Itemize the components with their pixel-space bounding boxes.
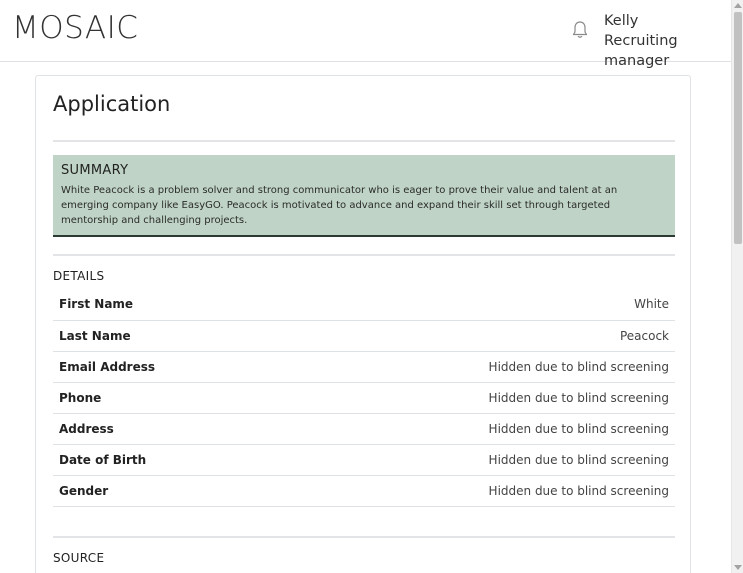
row-label: Phone: [53, 382, 277, 414]
scroll-down-arrow-icon[interactable]: [734, 565, 742, 570]
top-navbar: MOSAIC Kelly Recruiting manager: [0, 0, 731, 69]
user-name: Kelly: [604, 13, 639, 29]
table-row: Date of Birth Hidden due to blind screen…: [53, 444, 675, 476]
row-label: Address: [53, 413, 277, 445]
row-value: Hidden due to blind screening: [276, 413, 675, 445]
table-row: Gender Hidden due to blind screening: [53, 475, 675, 507]
app-viewport: MOSAIC Kelly Recruiting manager Applicat…: [0, 0, 743, 573]
details-heading: DETAILS: [53, 269, 105, 283]
brand-logo[interactable]: MOSAIC: [12, 10, 138, 46]
summary-text: White Peacock is a problem solver and st…: [61, 185, 618, 226]
row-label: First Name: [53, 289, 277, 321]
user-menu[interactable]: Kelly Recruiting manager: [604, 11, 731, 71]
table-row: First Name White: [53, 289, 675, 321]
summary-heading: SUMMARY: [61, 163, 129, 178]
page-title: Application: [53, 92, 171, 116]
scrollbar-thumb[interactable]: [734, 12, 742, 244]
row-value: White: [276, 289, 675, 321]
row-label: Date of Birth: [53, 444, 277, 476]
row-label: Last Name: [53, 320, 277, 352]
table-row: Last Name Peacock: [53, 320, 675, 352]
table-row: Email Address Hidden due to blind screen…: [53, 351, 675, 383]
summary-panel: SUMMARY White Peacock is a problem solve…: [53, 155, 675, 237]
table-row: Address Hidden due to blind screening: [53, 413, 675, 445]
row-label: Gender: [53, 475, 277, 507]
divider: [53, 536, 675, 538]
scroll-up-arrow-icon[interactable]: [734, 3, 742, 8]
row-value: Hidden due to blind screening: [276, 444, 675, 476]
row-value: Hidden due to blind screening: [276, 351, 675, 383]
row-value: Hidden due to blind screening: [276, 382, 675, 414]
divider: [53, 254, 675, 256]
table-row: Phone Hidden due to blind screening: [53, 382, 675, 414]
row-value: Hidden due to blind screening: [276, 475, 675, 507]
bell-icon[interactable]: [571, 20, 589, 40]
source-heading: SOURCE: [53, 551, 105, 565]
row-label: Email Address: [53, 351, 277, 383]
row-value: Peacock: [276, 320, 675, 352]
details-table: First Name White Last Name Peacock Email…: [53, 289, 675, 507]
application-card: Application SUMMARY White Peacock is a p…: [35, 75, 691, 573]
divider: [53, 140, 675, 142]
user-role: Recruiting manager: [604, 33, 678, 69]
vertical-scrollbar[interactable]: [731, 0, 743, 573]
bell-icon-graphic: [572, 21, 588, 38]
